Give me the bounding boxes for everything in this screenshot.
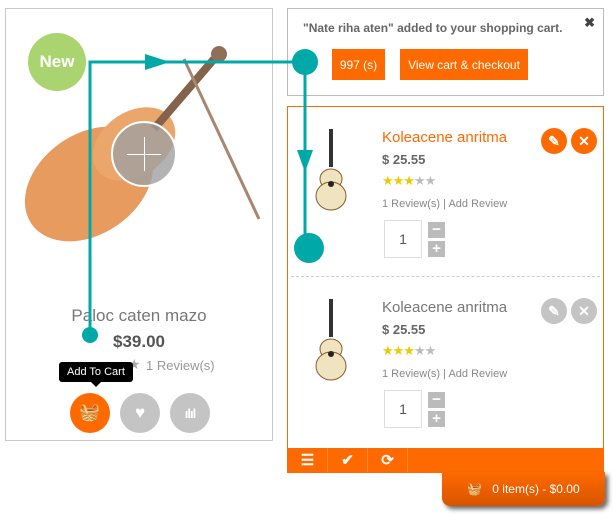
- heart-icon: ♥: [134, 403, 146, 422]
- cart-total: 0 item(s) - $0.00: [492, 482, 580, 496]
- pencil-icon: ✎: [548, 132, 560, 149]
- remove-button[interactable]: ✕: [571, 298, 597, 324]
- add-review-link[interactable]: Add Review: [448, 368, 507, 380]
- decrease-button[interactable]: −: [428, 392, 445, 408]
- remove-button[interactable]: ✕: [571, 128, 597, 154]
- new-badge: New: [28, 33, 86, 91]
- close-icon[interactable]: ✖: [584, 15, 595, 31]
- close-icon: ✕: [578, 132, 590, 149]
- edit-button[interactable]: ✎: [541, 298, 567, 324]
- check-icon[interactable]: ✔: [328, 448, 368, 472]
- list-icon[interactable]: ☰: [288, 448, 328, 472]
- cart-total-button[interactable]: 🧺 0 item(s) - $0.00: [442, 472, 605, 506]
- tooltip: Add To Cart: [59, 362, 133, 387]
- cart-item-reviews: 1 Review(s) | Add Review: [382, 368, 508, 380]
- cart-notification: "Nate riha aten" added to your shopping …: [287, 8, 604, 96]
- quantity-input[interactable]: 1: [384, 220, 422, 258]
- zoom-plus-button[interactable]: [111, 121, 177, 187]
- add-to-cart-button[interactable]: 🧺: [70, 393, 110, 433]
- product-price: $39.00: [113, 332, 165, 351]
- product-name[interactable]: Paloc caten mazo: [6, 306, 272, 326]
- cart-item-reviews: 1 Review(s) | Add Review: [382, 198, 508, 210]
- basket-icon: 🧺: [467, 482, 483, 496]
- notification-message: "Nate riha aten" added to your shopping …: [303, 21, 563, 35]
- reviews-link[interactable]: 1 Review(s): [382, 368, 440, 380]
- compare-button[interactable]: ılıl: [170, 393, 210, 433]
- cart-panel: Koleacene anritma $ 25.55 ★★★★★ 1 Review…: [287, 106, 604, 473]
- bar-chart-icon: ılıl: [184, 405, 196, 421]
- increase-button[interactable]: +: [428, 411, 445, 427]
- quantity-input[interactable]: 1: [384, 390, 422, 428]
- cart-item-price: $ 25.55: [382, 322, 426, 337]
- rating-stars: ★★★★★: [382, 343, 436, 358]
- cart-item: Koleacene anritma $ 25.55 ★★★★★ 1 Review…: [288, 277, 603, 447]
- close-icon: ✕: [578, 302, 590, 319]
- cart-item-price: $ 25.55: [382, 152, 426, 167]
- wishlist-button[interactable]: ♥: [120, 393, 160, 433]
- edit-button[interactable]: ✎: [541, 128, 567, 154]
- cart-toolbar: ☰ ✔ ⟳: [288, 448, 603, 472]
- product-card: New Paloc caten mazo $39.00 ★ 1 Review(s…: [5, 8, 273, 441]
- increase-button[interactable]: +: [428, 241, 445, 257]
- basket-icon: 🧺: [79, 403, 101, 422]
- cart-item: Koleacene anritma $ 25.55 ★★★★★ 1 Review…: [288, 107, 603, 277]
- add-review-link[interactable]: Add Review: [448, 198, 507, 210]
- pencil-icon: ✎: [548, 302, 560, 319]
- cart-item-title[interactable]: Koleacene anritma: [382, 299, 507, 316]
- decrease-button[interactable]: −: [428, 222, 445, 238]
- guitar-image: [315, 299, 347, 381]
- refresh-icon[interactable]: ⟳: [368, 448, 408, 472]
- reviews-link[interactable]: 1 Review(s): [382, 198, 440, 210]
- product-reviews[interactable]: 1 Review(s): [146, 358, 215, 373]
- view-cart-checkout-button[interactable]: View cart & checkout: [400, 49, 528, 80]
- guitar-image: [315, 129, 347, 211]
- rating-stars: ★★★★★: [382, 173, 436, 188]
- count-button[interactable]: 997 (s): [332, 49, 385, 80]
- cart-item-title[interactable]: Koleacene anritma: [382, 129, 507, 146]
